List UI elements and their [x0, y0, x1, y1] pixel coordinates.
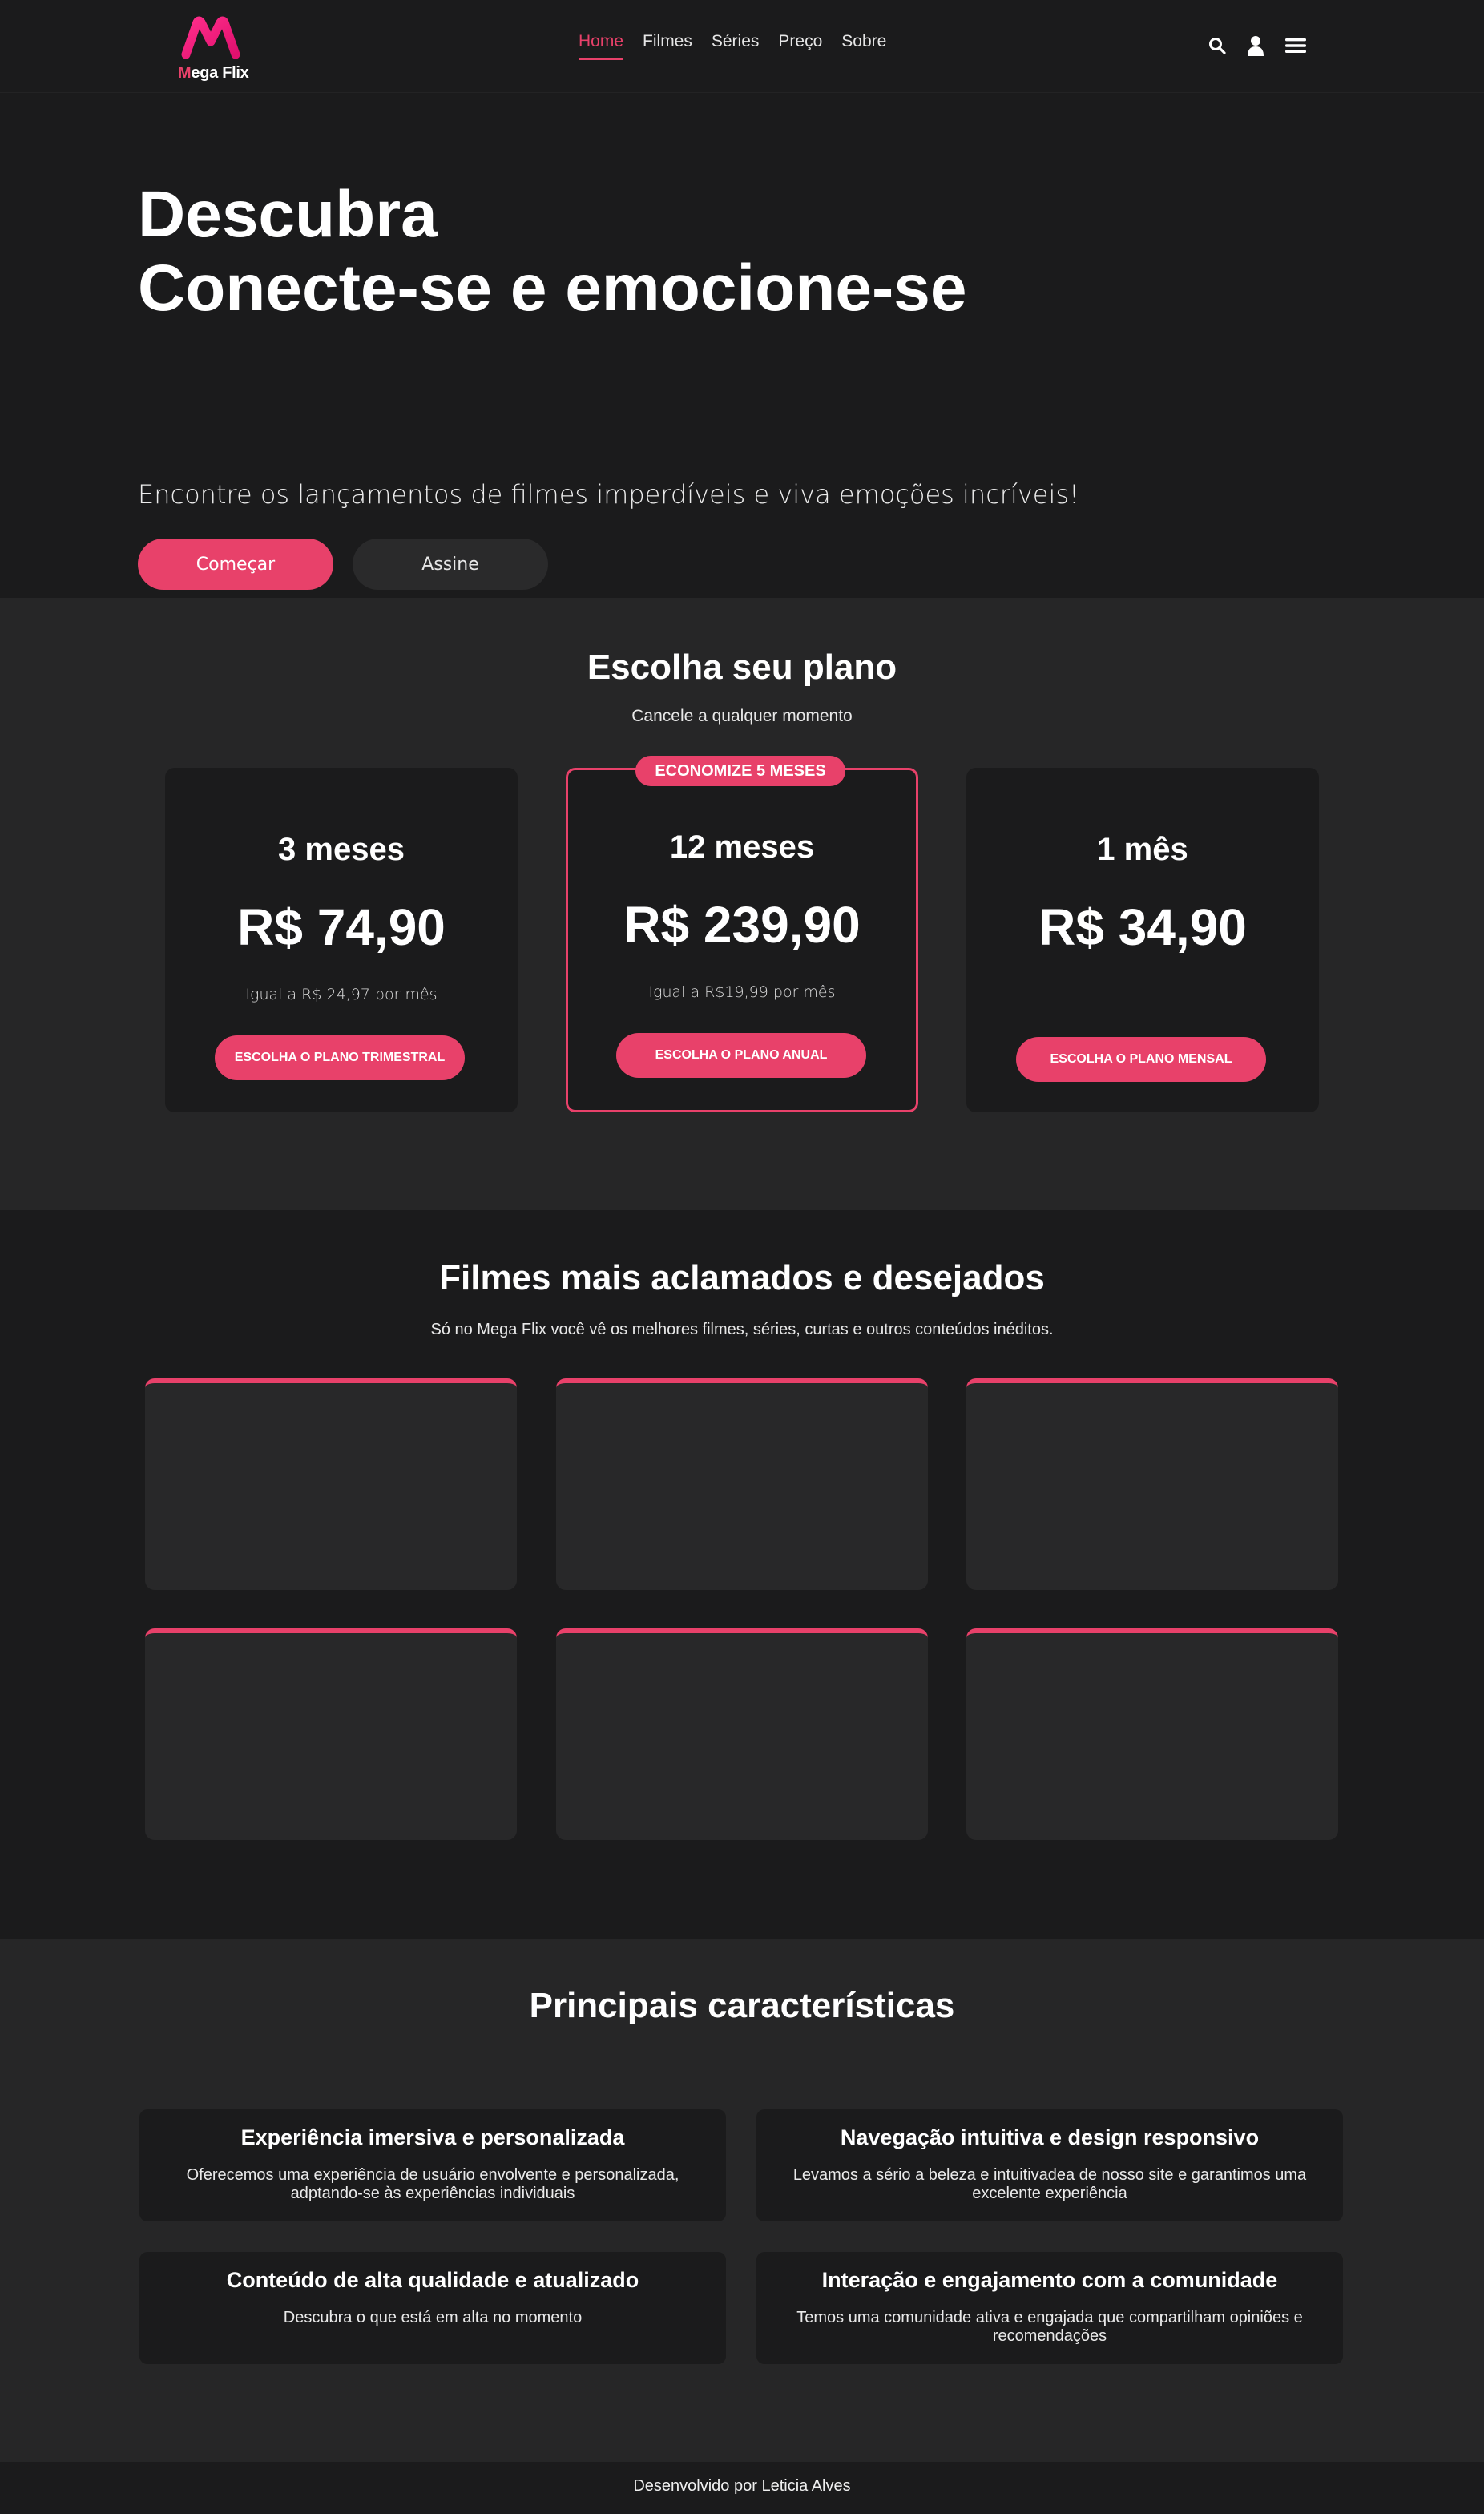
feature-title: Experiência imersiva e personalizada [240, 2125, 625, 2149]
choose-quarterly-plan-button[interactable]: ESCOLHA O PLANO TRIMESTRAL [215, 1035, 465, 1080]
user-icon[interactable] [1247, 35, 1264, 56]
site-footer: Desenvolvido por Leticia Alves [0, 2462, 1484, 2511]
menu-icon[interactable] [1285, 37, 1306, 54]
plans-section: Escolha seu plano Cancele a qualquer mom… [0, 598, 1484, 1210]
plan-price: R$ 34,90 [1038, 898, 1247, 956]
header-actions [1208, 35, 1306, 56]
feature-card: Conteúdo de alta qualidade e atualizado … [139, 2252, 726, 2364]
hero-section: Descubra Conecte-se e emocione-se Encont… [0, 93, 1484, 598]
site-header: Mega Flix Home Filmes Séries Preço Sobre [0, 0, 1484, 93]
features-section: Principais características Experiência i… [0, 1939, 1484, 2462]
footer-credit: Desenvolvido por Leticia Alves [633, 2477, 851, 2495]
plan-card-annual: ECONOMIZE 5 MESES 12 meses R$ 239,90 Igu… [566, 756, 918, 1112]
movie-card[interactable] [145, 1378, 517, 1590]
nav-series[interactable]: Séries [712, 32, 760, 60]
plan-price: R$ 74,90 [237, 898, 446, 956]
choose-monthly-plan-button[interactable]: ESCOLHA O PLANO MENSAL [1016, 1037, 1266, 1082]
feature-text: Levamos a sério a beleza e intuitivadea … [792, 2166, 1307, 2202]
hero-title-line-1: Descubra [138, 178, 438, 251]
feature-card: Navegação intuitiva e design responsivo … [756, 2109, 1343, 2221]
plans-subtitle: Cancele a qualquer momento [631, 707, 853, 725]
feature-card: Interação e engajamento com a comunidade… [756, 2252, 1343, 2364]
plan-card-quarterly: 3 meses R$ 74,90 Igual a R$ 24,97 por mê… [165, 768, 518, 1112]
plan-period: 1 mês [1097, 832, 1188, 867]
nav-sobre[interactable]: Sobre [841, 32, 886, 60]
plan-period: 12 meses [669, 829, 815, 865]
feature-title: Interação e engajamento com a comunidade [821, 2268, 1278, 2292]
feature-card: Experiência imersiva e personalizada Ofe… [139, 2109, 726, 2221]
brand-name: Mega Flix [178, 64, 249, 82]
nav-preco[interactable]: Preço [778, 32, 822, 60]
features-title: Principais características [529, 1986, 955, 2025]
movie-card[interactable] [556, 1378, 928, 1590]
search-icon[interactable] [1208, 37, 1226, 54]
plan-monthly-note: Igual a R$19,99 por mês [648, 983, 836, 1001]
brand-logo[interactable]: Mega Flix [176, 14, 256, 87]
main-nav: Home Filmes Séries Preço Sobre [579, 32, 886, 60]
feature-title: Navegação intuitiva e design responsivo [840, 2125, 1260, 2149]
hero-title-line-2: Conecte-se e emocione-se [138, 251, 967, 325]
feature-text: Oferecemos uma experiência de usuário en… [186, 2166, 679, 2202]
feature-text: Temos uma comunidade ativa e engajada qu… [796, 2309, 1303, 2345]
movies-title: Filmes mais aclamados e desejados [439, 1258, 1045, 1297]
plan-period: 3 meses [278, 832, 405, 867]
choose-annual-plan-button[interactable]: ESCOLHA O PLANO ANUAL [616, 1033, 866, 1078]
subscribe-button[interactable]: Assine [353, 539, 548, 590]
savings-badge: ECONOMIZE 5 MESES [635, 756, 845, 786]
movies-subtitle: Só no Mega Flix você vê os melhores film… [430, 1321, 1054, 1338]
movie-card[interactable] [145, 1628, 517, 1840]
feature-title: Conteúdo de alta qualidade e atualizado [226, 2268, 639, 2292]
hero-subtitle: Encontre os lançamentos de filmes imperd… [138, 479, 1079, 510]
movies-section: Filmes mais aclamados e desejados Só no … [0, 1210, 1484, 1939]
movie-card[interactable] [966, 1378, 1338, 1590]
feature-text: Descubra o que está em alta no momento [283, 2309, 583, 2326]
hero-title: Descubra Conecte-se e emocione-se [138, 178, 967, 325]
nav-filmes[interactable]: Filmes [643, 32, 692, 60]
plan-monthly-note: Igual a R$ 24,97 por mês [245, 986, 438, 1003]
start-button[interactable]: Começar [138, 539, 333, 590]
logo-mark-icon [181, 16, 240, 59]
plan-card-monthly: 1 mês R$ 34,90 ESCOLHA O PLANO MENSAL [966, 768, 1319, 1112]
movie-card[interactable] [966, 1628, 1338, 1840]
nav-home[interactable]: Home [579, 32, 624, 60]
movie-card[interactable] [556, 1628, 928, 1840]
plans-title: Escolha seu plano [587, 648, 897, 687]
plan-price: R$ 239,90 [623, 896, 861, 954]
